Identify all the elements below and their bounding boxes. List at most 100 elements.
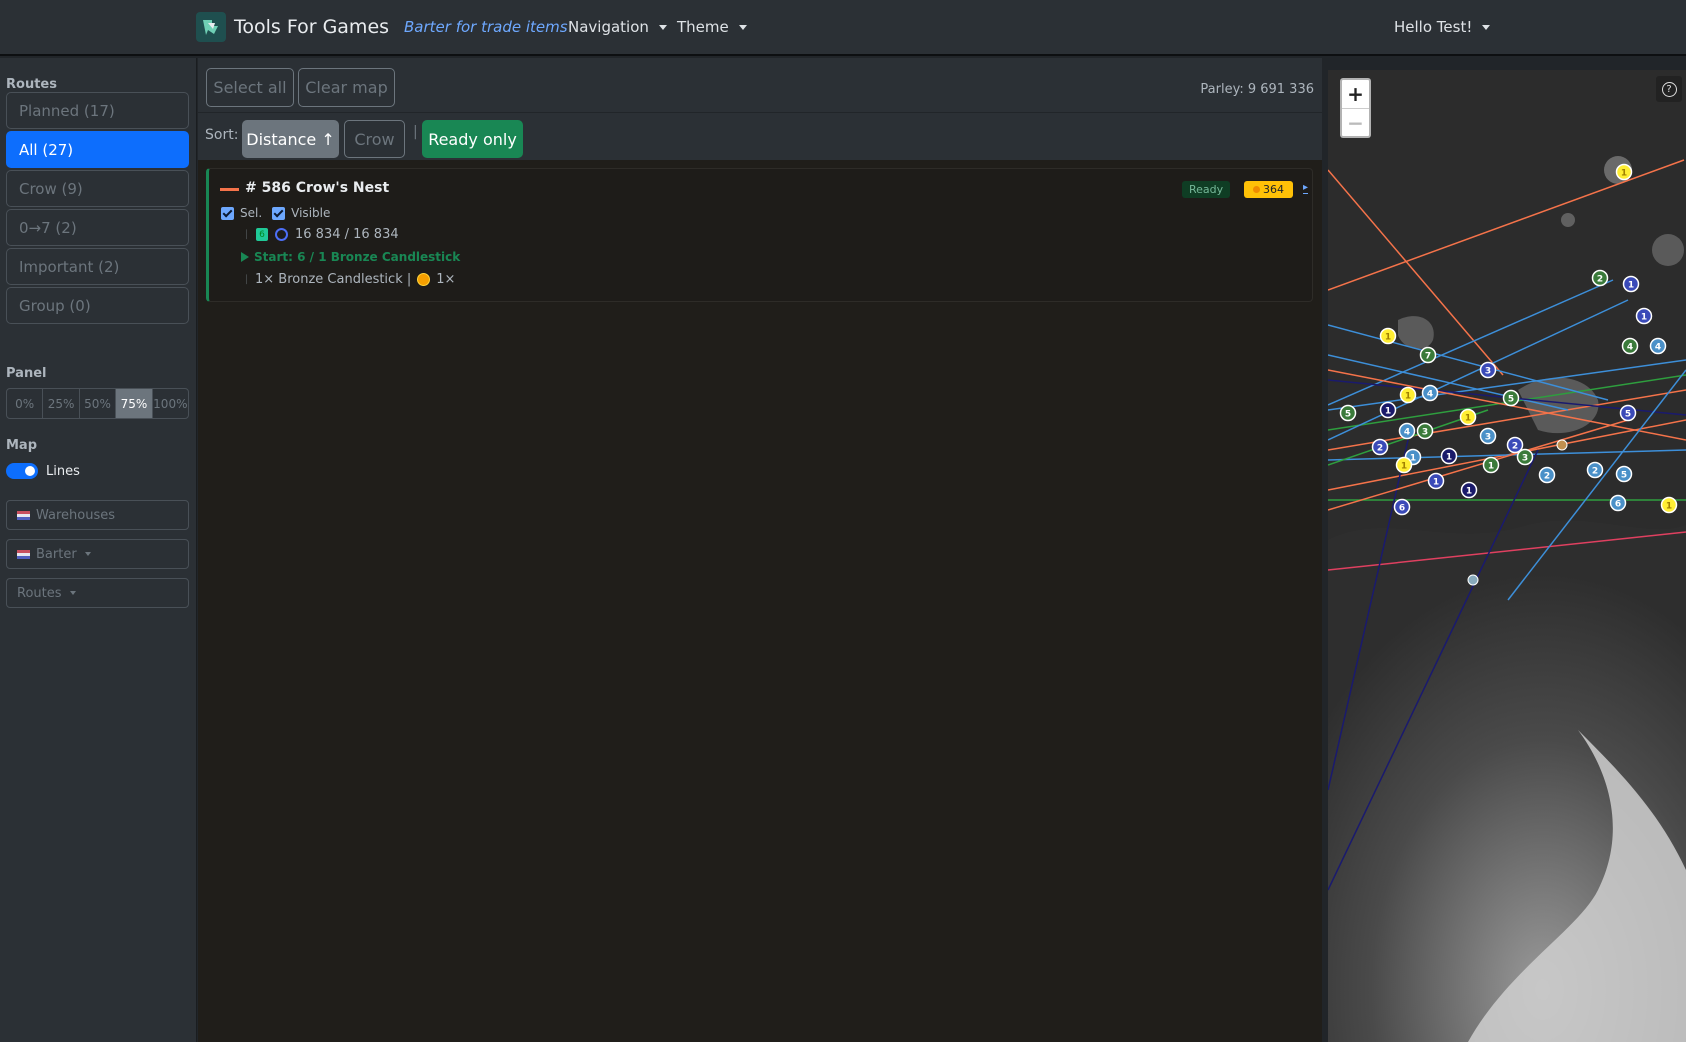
- barter-select[interactable]: Barter: [6, 539, 189, 569]
- theme-dropdown[interactable]: Theme: [677, 18, 747, 36]
- map-marker[interactable]: 3: [1516, 448, 1534, 466]
- map-marker[interactable]: 4: [1398, 422, 1416, 440]
- map-help-button[interactable]: ?: [1656, 76, 1682, 102]
- panel-width-option[interactable]: 25%: [43, 389, 80, 418]
- map-marker[interactable]: 2: [1591, 269, 1609, 287]
- play-link[interactable]: ▸: [1303, 182, 1309, 194]
- chevron-down-icon: [69, 591, 76, 595]
- start-row: Start: 6 / 1 Bronze Candlestick: [241, 250, 460, 264]
- coin-icon: [417, 273, 431, 286]
- map-marker[interactable]: 3: [1479, 361, 1497, 379]
- coin-icon: [1253, 186, 1260, 193]
- route-filter-button[interactable]: Important (2): [6, 248, 189, 285]
- map-canvas[interactable]: 12114 417351 45 11 54 3 32 231 1112 2 51166 1: [1328, 70, 1686, 1042]
- route-card[interactable]: # 586 Crow's Nest Ready 364 ▸ Sel. Visib…: [206, 168, 1313, 302]
- map-marker[interactable]: 1: [1399, 386, 1417, 404]
- map-marker[interactable]: 1: [1379, 327, 1397, 345]
- map-marker[interactable]: 4: [1621, 337, 1639, 355]
- map-marker[interactable]: 2: [1371, 438, 1389, 456]
- routes-select[interactable]: Routes: [6, 578, 189, 608]
- navigation-label: Navigation: [568, 18, 649, 36]
- map-marker-label: 6: [1615, 500, 1621, 510]
- top-navbar: Tools For Games Barter for trade items N…: [0, 0, 1686, 56]
- map-marker[interactable]: 4: [1649, 337, 1667, 355]
- route-filter-button[interactable]: Planned (17): [6, 92, 189, 129]
- sel-checkbox[interactable]: [221, 206, 234, 220]
- panel-width-option[interactable]: 50%: [80, 389, 117, 418]
- warehouse-marker[interactable]: [1556, 439, 1568, 451]
- barter-label: Barter: [36, 546, 77, 562]
- select-all-button[interactable]: Select all: [206, 68, 294, 107]
- route-filter-button[interactable]: Crow (9): [6, 170, 189, 207]
- map-marker-label: 2: [1512, 442, 1518, 452]
- map-marker[interactable]: 2: [1506, 436, 1524, 454]
- map-marker[interactable]: 5: [1615, 465, 1633, 483]
- zoom-out-button[interactable]: −: [1342, 108, 1369, 136]
- map-marker-label: 2: [1377, 444, 1383, 454]
- map-marker[interactable]: 1: [1460, 481, 1478, 499]
- sort-crow-button[interactable]: Crow: [344, 120, 405, 158]
- map-marker[interactable]: 5: [1502, 389, 1520, 407]
- map-marker[interactable]: 1: [1622, 275, 1640, 293]
- map-marker[interactable]: 1: [1395, 456, 1413, 474]
- map-view[interactable]: 1211441735145115433223111122511661 + − ?: [1328, 70, 1686, 1042]
- flag-icon: [17, 510, 30, 520]
- theme-label: Theme: [677, 18, 729, 36]
- route-filter-button[interactable]: 0→7 (2): [6, 209, 189, 246]
- map-marker-label: 1: [1666, 502, 1672, 512]
- map-marker[interactable]: 1: [1427, 472, 1445, 490]
- map-marker[interactable]: 1: [1379, 401, 1397, 419]
- clear-map-button[interactable]: Clear map: [298, 68, 395, 107]
- map-marker-label: 5: [1508, 395, 1514, 405]
- zoom-control: + −: [1340, 78, 1371, 138]
- map-marker[interactable]: 1: [1459, 408, 1477, 426]
- map-marker[interactable]: 3: [1479, 427, 1497, 445]
- brand-link[interactable]: Tools For Games: [196, 12, 389, 42]
- lines-toggle-row[interactable]: Lines: [6, 463, 80, 479]
- map-marker-label: 5: [1625, 410, 1631, 420]
- flag-icon: [17, 549, 30, 559]
- map-marker[interactable]: 5: [1619, 404, 1637, 422]
- map-marker[interactable]: 2: [1586, 461, 1604, 479]
- map-marker[interactable]: 1: [1440, 447, 1458, 465]
- trade-row: ᛁ 1× Bronze Candlestick | 1×: [243, 272, 455, 287]
- sidebar: Routes Planned (17) All (27) Crow (9) 0→7 (…: [0, 58, 197, 1042]
- map-marker[interactable]: 5: [1339, 404, 1357, 422]
- parley-spiral-icon: [275, 228, 288, 241]
- map-marker-label: 2: [1592, 467, 1598, 477]
- map-marker[interactable]: 1: [1615, 163, 1633, 181]
- brand-name: Tools For Games: [234, 16, 390, 38]
- ready-only-button[interactable]: Ready only: [422, 120, 523, 158]
- route-filter-button[interactable]: Group (0): [6, 287, 189, 324]
- map-marker[interactable]: 6: [1609, 494, 1627, 512]
- sort-separator: |: [413, 124, 418, 140]
- map-marker[interactable]: 7: [1419, 346, 1437, 364]
- panel-width-option[interactable]: 75%: [116, 389, 153, 418]
- panel-width-option[interactable]: 0%: [7, 389, 44, 418]
- visible-label: Visible: [291, 206, 331, 220]
- map-marker-label: 1: [1488, 462, 1494, 472]
- user-dropdown[interactable]: Hello Test!: [1394, 18, 1491, 36]
- route-filter-button[interactable]: All (27): [6, 131, 189, 168]
- map-marker-label: 1: [1628, 281, 1634, 291]
- nav-tagline-link[interactable]: Barter for trade items: [404, 18, 568, 36]
- map-marker[interactable]: 2: [1538, 466, 1556, 484]
- lines-toggle-switch[interactable]: [6, 463, 38, 479]
- panel-width-option[interactable]: 100%: [153, 389, 188, 418]
- zoom-in-button[interactable]: +: [1342, 80, 1369, 108]
- map-marker[interactable]: 1: [1482, 456, 1500, 474]
- map-marker[interactable]: 4: [1421, 384, 1439, 402]
- map-marker[interactable]: 1: [1635, 307, 1653, 325]
- warehouse-marker[interactable]: [1467, 574, 1479, 586]
- sort-distance-button[interactable]: Distance ↑: [242, 120, 339, 158]
- warehouses-select[interactable]: Warehouses: [6, 500, 189, 530]
- help-icon: ?: [1661, 81, 1677, 97]
- map-marker-label: 2: [1597, 275, 1603, 285]
- map-marker[interactable]: 1: [1660, 496, 1678, 514]
- map-marker[interactable]: 6: [1393, 498, 1411, 516]
- visible-checkbox[interactable]: [272, 206, 286, 220]
- navigation-dropdown[interactable]: Navigation: [568, 18, 667, 36]
- map-marker-label: 1: [1621, 169, 1627, 179]
- card-checkboxes: Sel. Visible: [221, 206, 330, 220]
- map-marker[interactable]: 3: [1416, 422, 1434, 440]
